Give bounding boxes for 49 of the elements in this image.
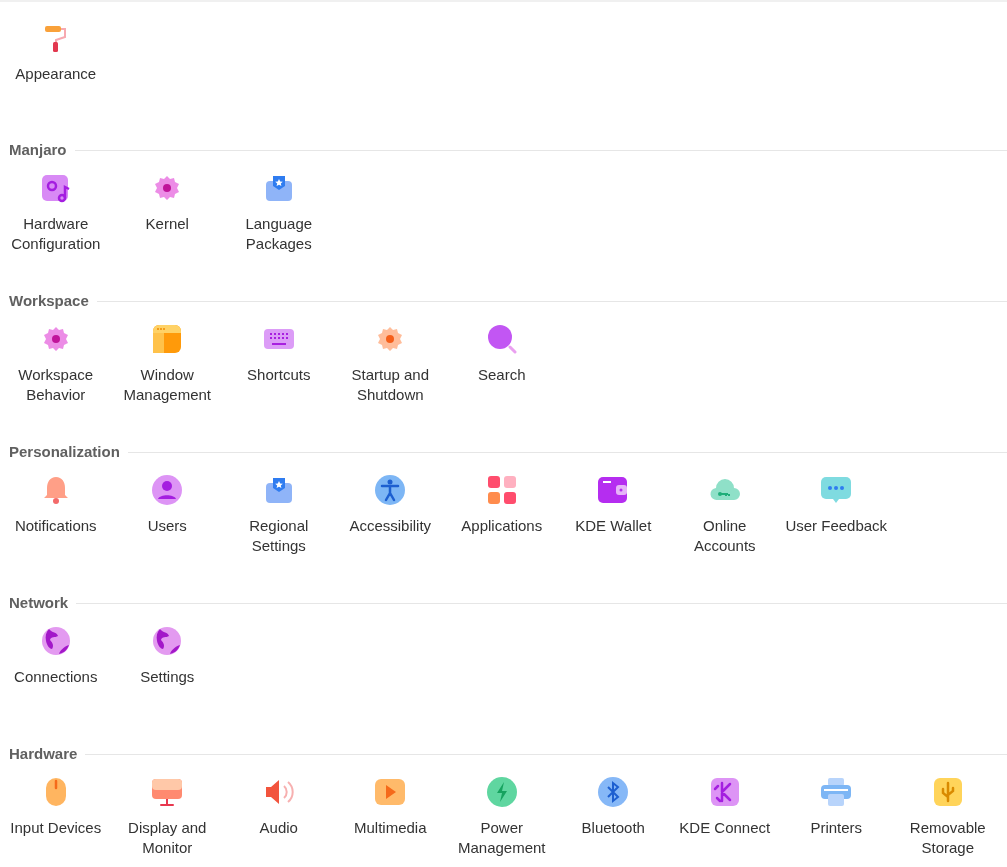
settings-module-button[interactable]: Language Packages — [223, 172, 335, 254]
section-heading: Workspace — [9, 290, 90, 311]
section-heading: Personalization — [9, 441, 121, 462]
settings-module-button[interactable]: Regional Settings — [223, 474, 335, 556]
grid-icon — [485, 474, 518, 506]
section-heading: Hardware — [9, 743, 79, 764]
settings-module-button[interactable]: Shortcuts — [223, 323, 335, 405]
music-note-icon — [39, 172, 72, 204]
settings-module-button[interactable]: Search — [446, 323, 558, 405]
settings-module-button[interactable]: Users — [111, 474, 223, 556]
settings-module-button[interactable]: Input Devices — [0, 776, 112, 858]
accessibility-icon — [374, 474, 407, 506]
settings-module-button[interactable]: Display and Monitor — [111, 776, 223, 858]
settings-module-button[interactable]: Settings — [111, 625, 223, 687]
section-heading: Network — [9, 592, 70, 613]
globe-icon — [151, 625, 184, 657]
user-icon — [151, 474, 184, 506]
globe-icon — [39, 625, 72, 657]
settings-module-button[interactable]: Printers — [780, 776, 892, 858]
wallet-icon — [597, 474, 630, 506]
settings-module-button[interactable]: Hardware Configuration — [0, 172, 112, 254]
settings-module-button[interactable]: Power Management — [446, 776, 558, 858]
settings-module-button[interactable]: Accessibility — [334, 474, 446, 556]
window-icon — [151, 323, 184, 355]
bluetooth-icon — [597, 776, 630, 808]
settings-module-button[interactable]: Connections — [0, 625, 112, 687]
settings-module-button[interactable]: Audio — [223, 776, 335, 858]
section-heading: Manjaro — [9, 139, 68, 160]
settings-module-button[interactable]: Window Management — [111, 323, 223, 405]
settings-module-button[interactable]: Startup and Shutdown — [334, 323, 446, 405]
tile-icon — [708, 776, 741, 808]
settings-module-button[interactable]: Bluetooth — [557, 776, 669, 858]
settings-module-button[interactable]: Multimedia — [334, 776, 446, 858]
printer-icon — [820, 776, 853, 808]
lightning-icon — [485, 776, 518, 808]
settings-module-button[interactable]: Appearance — [0, 22, 112, 84]
play-icon — [374, 776, 407, 808]
settings-module-button[interactable]: Removable Storage — [892, 776, 1004, 858]
settings-module-button[interactable]: Applications — [446, 474, 558, 556]
search-icon — [485, 323, 518, 355]
settings-module-button[interactable]: KDE Wallet — [557, 474, 669, 556]
settings-module-button[interactable]: Kernel — [111, 172, 223, 254]
settings-module-button[interactable]: Workspace Behavior — [0, 323, 112, 405]
settings-module-button[interactable]: User Feedback — [780, 474, 892, 556]
usb-icon — [931, 776, 964, 808]
monitor-icon — [151, 776, 184, 808]
settings-module-button[interactable]: Notifications — [0, 474, 112, 556]
settings-module-button[interactable]: KDE Connect — [669, 776, 781, 858]
settings-module-button[interactable]: Online Accounts — [669, 474, 781, 556]
